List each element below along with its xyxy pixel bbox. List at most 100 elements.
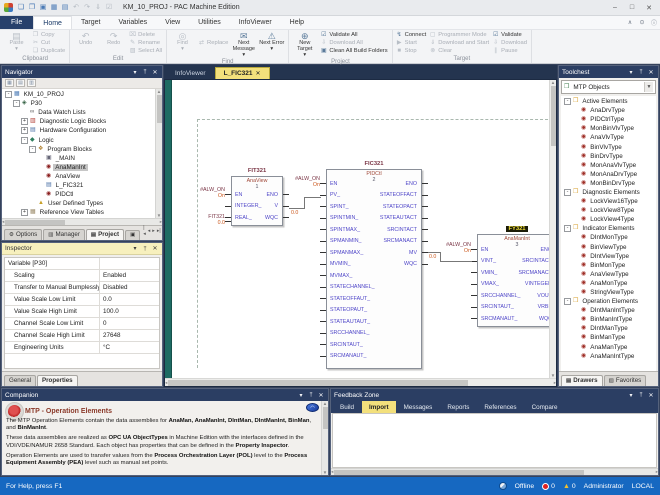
editor-vscrollbar[interactable]: ▲▼	[549, 80, 556, 378]
collapse-icon[interactable]: -	[21, 137, 28, 144]
inspector-row-value-scale-high-limit[interactable]: Value Scale High Limit100.0	[5, 306, 159, 318]
clean-all-build-folders-button[interactable]: ▣Clean All Build Folders	[319, 47, 388, 55]
inspector-row-transfer-to-manual-bumplessly[interactable]: Transfer to Manual BumplesslyDisabled	[5, 282, 159, 294]
feedback-tab-reports[interactable]: Reports	[440, 401, 476, 413]
next-message-button[interactable]: ✉Next Message▾	[230, 31, 257, 58]
expand-icon[interactable]: +	[21, 118, 28, 125]
tree-item-lockview4type[interactable]: ◉LockView4Type	[561, 215, 656, 224]
minimize-button[interactable]: –	[608, 4, 622, 11]
tree-item-dintviewtype[interactable]: ◉DIntViewType	[561, 252, 656, 261]
navigator-tab-project[interactable]: ▤Project	[86, 229, 124, 240]
tree-item-monbinvlvtype[interactable]: ◉MonBinVlvType	[561, 124, 656, 133]
tree-item-dintmontype[interactable]: ◉DIntMonType	[561, 233, 656, 242]
tree-item-logic[interactable]: -◆Logic	[2, 135, 155, 144]
about-icon[interactable]: ⓘ	[648, 18, 660, 27]
delete-button[interactable]: ⌧Delete	[128, 31, 163, 39]
inspector-row-value-scale-low-limit[interactable]: Value Scale Low Limit0.0	[5, 294, 159, 306]
detail-view-icon[interactable]: ▥	[27, 79, 36, 87]
tree-item-anavlvtype[interactable]: ◉AnaVlvType	[561, 133, 656, 142]
rename-button[interactable]: ✎Rename	[128, 39, 163, 47]
tree-item-pidctrltype[interactable]: ◉PIDCtrlType	[561, 115, 656, 124]
tree-item-diagnostic-logic-blocks[interactable]: +▥Diagnostic Logic Blocks	[2, 117, 155, 126]
tree-item-binmaninttype[interactable]: ◉BinManIntType	[561, 315, 656, 324]
document-tab-infoviewer[interactable]: InfoViewer	[167, 68, 214, 79]
inspector-row-variable-p30[interactable]: Variable [P30]	[5, 258, 159, 270]
collapse-icon[interactable]: -	[564, 298, 571, 305]
redo-button[interactable]: ↷Redo	[100, 31, 127, 47]
save-all-icon[interactable]: ▦	[49, 3, 59, 12]
tree-item-binmantype[interactable]: ◉BinManType	[561, 333, 656, 342]
inspector-tab-properties[interactable]: Properties	[37, 375, 78, 386]
tree-item-pidctl[interactable]: ◉PIDCtl	[2, 190, 155, 199]
collapse-icon[interactable]: -	[564, 98, 571, 105]
tree-item-binvlvtype[interactable]: ◉BinVlvType	[561, 142, 656, 151]
start-button[interactable]: ▶Start	[395, 39, 428, 47]
programmer-mode-button[interactable]: ▢Programmer Mode	[428, 31, 490, 39]
companion-vscrollbar[interactable]: ▲▼	[321, 401, 328, 475]
tree-item-anamontype[interactable]: ◉AnaMonType	[561, 279, 656, 288]
maximize-button[interactable]: □	[625, 4, 639, 11]
toolchest-drawer-select[interactable]: ❒ MTP Objects ▼	[561, 80, 656, 94]
tree-view-icon[interactable]: ▦	[5, 79, 14, 87]
undo-qat-icon[interactable]: ↶	[71, 3, 81, 12]
navigator-tab-icon[interactable]: ▣	[125, 230, 140, 240]
tree-item-lockview16type[interactable]: ◉LockView16Type	[561, 197, 656, 206]
stop-button[interactable]: ■Stop	[395, 47, 428, 55]
feedback-hscrollbar[interactable]: ◂▸	[331, 468, 658, 475]
tab-scroll-arrows[interactable]: |◂◂▸▸|	[143, 225, 160, 240]
tree-item-operation-elements[interactable]: -❒Operation Elements	[561, 297, 656, 306]
download-and-start-button[interactable]: ⇓Download and Start	[428, 39, 490, 47]
function-block-fit321[interactable]: AnaView1ENINTEGER_REAL_ENOVWQC	[231, 176, 283, 226]
tree-item-anadrvtype[interactable]: ◉AnaDrvType	[561, 106, 656, 115]
undo-button[interactable]: ↶Undo	[72, 31, 99, 47]
tab-scroll-arrow[interactable]: ▸	[152, 228, 155, 234]
inspector-menu-icon[interactable]: ▾	[131, 245, 139, 252]
tree-item-anamantype[interactable]: ◉AnaManType	[561, 343, 656, 352]
copy-button[interactable]: ❐Copy	[31, 31, 66, 39]
duplicate-button[interactable]: ❑Duplicate	[31, 47, 66, 55]
tree-item-monanavlvtype[interactable]: ◉MonAnaVlvType	[561, 161, 656, 170]
feedback-close-icon[interactable]: ✕	[647, 392, 655, 399]
feedback-tab-build[interactable]: Build	[333, 401, 361, 413]
feedback-tab-compare[interactable]: Compare	[525, 401, 565, 413]
tree-item-main[interactable]: ▣_MAIN	[2, 154, 155, 163]
collapse-icon[interactable]: -	[564, 189, 571, 196]
inspector-tab-general[interactable]: General	[4, 375, 36, 386]
tab-scroll-arrow[interactable]: ◂	[148, 228, 151, 234]
ribbon-tab-view[interactable]: View	[156, 16, 189, 29]
tree-item-anaview[interactable]: ◉AnaView	[2, 172, 155, 181]
expand-icon[interactable]: +	[21, 127, 28, 134]
feedback-pin-icon[interactable]: †	[637, 392, 645, 398]
navigator-close-icon[interactable]: ✕	[151, 69, 159, 76]
collapse-icon[interactable]: -	[29, 146, 36, 153]
tree-item-p30[interactable]: -◈P30	[2, 99, 155, 108]
navigator-pin-icon[interactable]: †	[141, 69, 149, 75]
ribbon-tab-variables[interactable]: Variables	[109, 16, 156, 29]
tree-item-bindrvtype[interactable]: ◉BinDrvType	[561, 152, 656, 161]
inspector-row-channel-scale-low-limit[interactable]: Channel Scale Low Limit0	[5, 318, 159, 330]
paste-button[interactable]: ▤Paste▾	[3, 31, 30, 53]
navigator-tab-options[interactable]: ⚙Options	[4, 229, 42, 240]
tree-item-hardware-configuration[interactable]: +▤Hardware Configuration	[2, 126, 155, 135]
feedback-menu-icon[interactable]: ▾	[627, 392, 635, 399]
inspector-row-channel-scale-high-limit[interactable]: Channel Scale High Limit27648	[5, 330, 159, 342]
editor-hscrollbar[interactable]: ◂▸	[165, 378, 556, 386]
pause-button[interactable]: ∥Pause	[491, 47, 528, 55]
feedback-tab-import[interactable]: Import	[362, 401, 396, 413]
fbd-canvas[interactable]: AnaView1ENINTEGER_REAL_ENOVWQCFIT321PIDC…	[172, 80, 549, 378]
tree-item-dintmantype[interactable]: ◉DIntManType	[561, 324, 656, 333]
new-target-button[interactable]: ⊕New Target▾	[291, 31, 318, 58]
close-tab-icon[interactable]: ✕	[256, 70, 261, 77]
select-all-button[interactable]: ▧Select All	[128, 47, 163, 55]
cut-button[interactable]: ✂Cut	[31, 39, 66, 47]
tree-item-program-blocks[interactable]: -❖Program Blocks	[2, 145, 155, 154]
find-button[interactable]: ◎Find▾	[169, 31, 196, 53]
companion-close-icon[interactable]: ✕	[317, 392, 325, 399]
collapse-icon[interactable]: -	[5, 91, 12, 98]
tree-item-anaviewtype[interactable]: ◉AnaViewType	[561, 270, 656, 279]
ribbon-tab-file[interactable]: File	[0, 16, 33, 29]
inspector-close-icon[interactable]: ✕	[151, 245, 159, 252]
inspector-pin-icon[interactable]: †	[141, 246, 149, 252]
tree-item-indicator-elements[interactable]: -❒Indicator Elements	[561, 224, 656, 233]
redo-qat-icon[interactable]: ↷	[82, 3, 92, 12]
